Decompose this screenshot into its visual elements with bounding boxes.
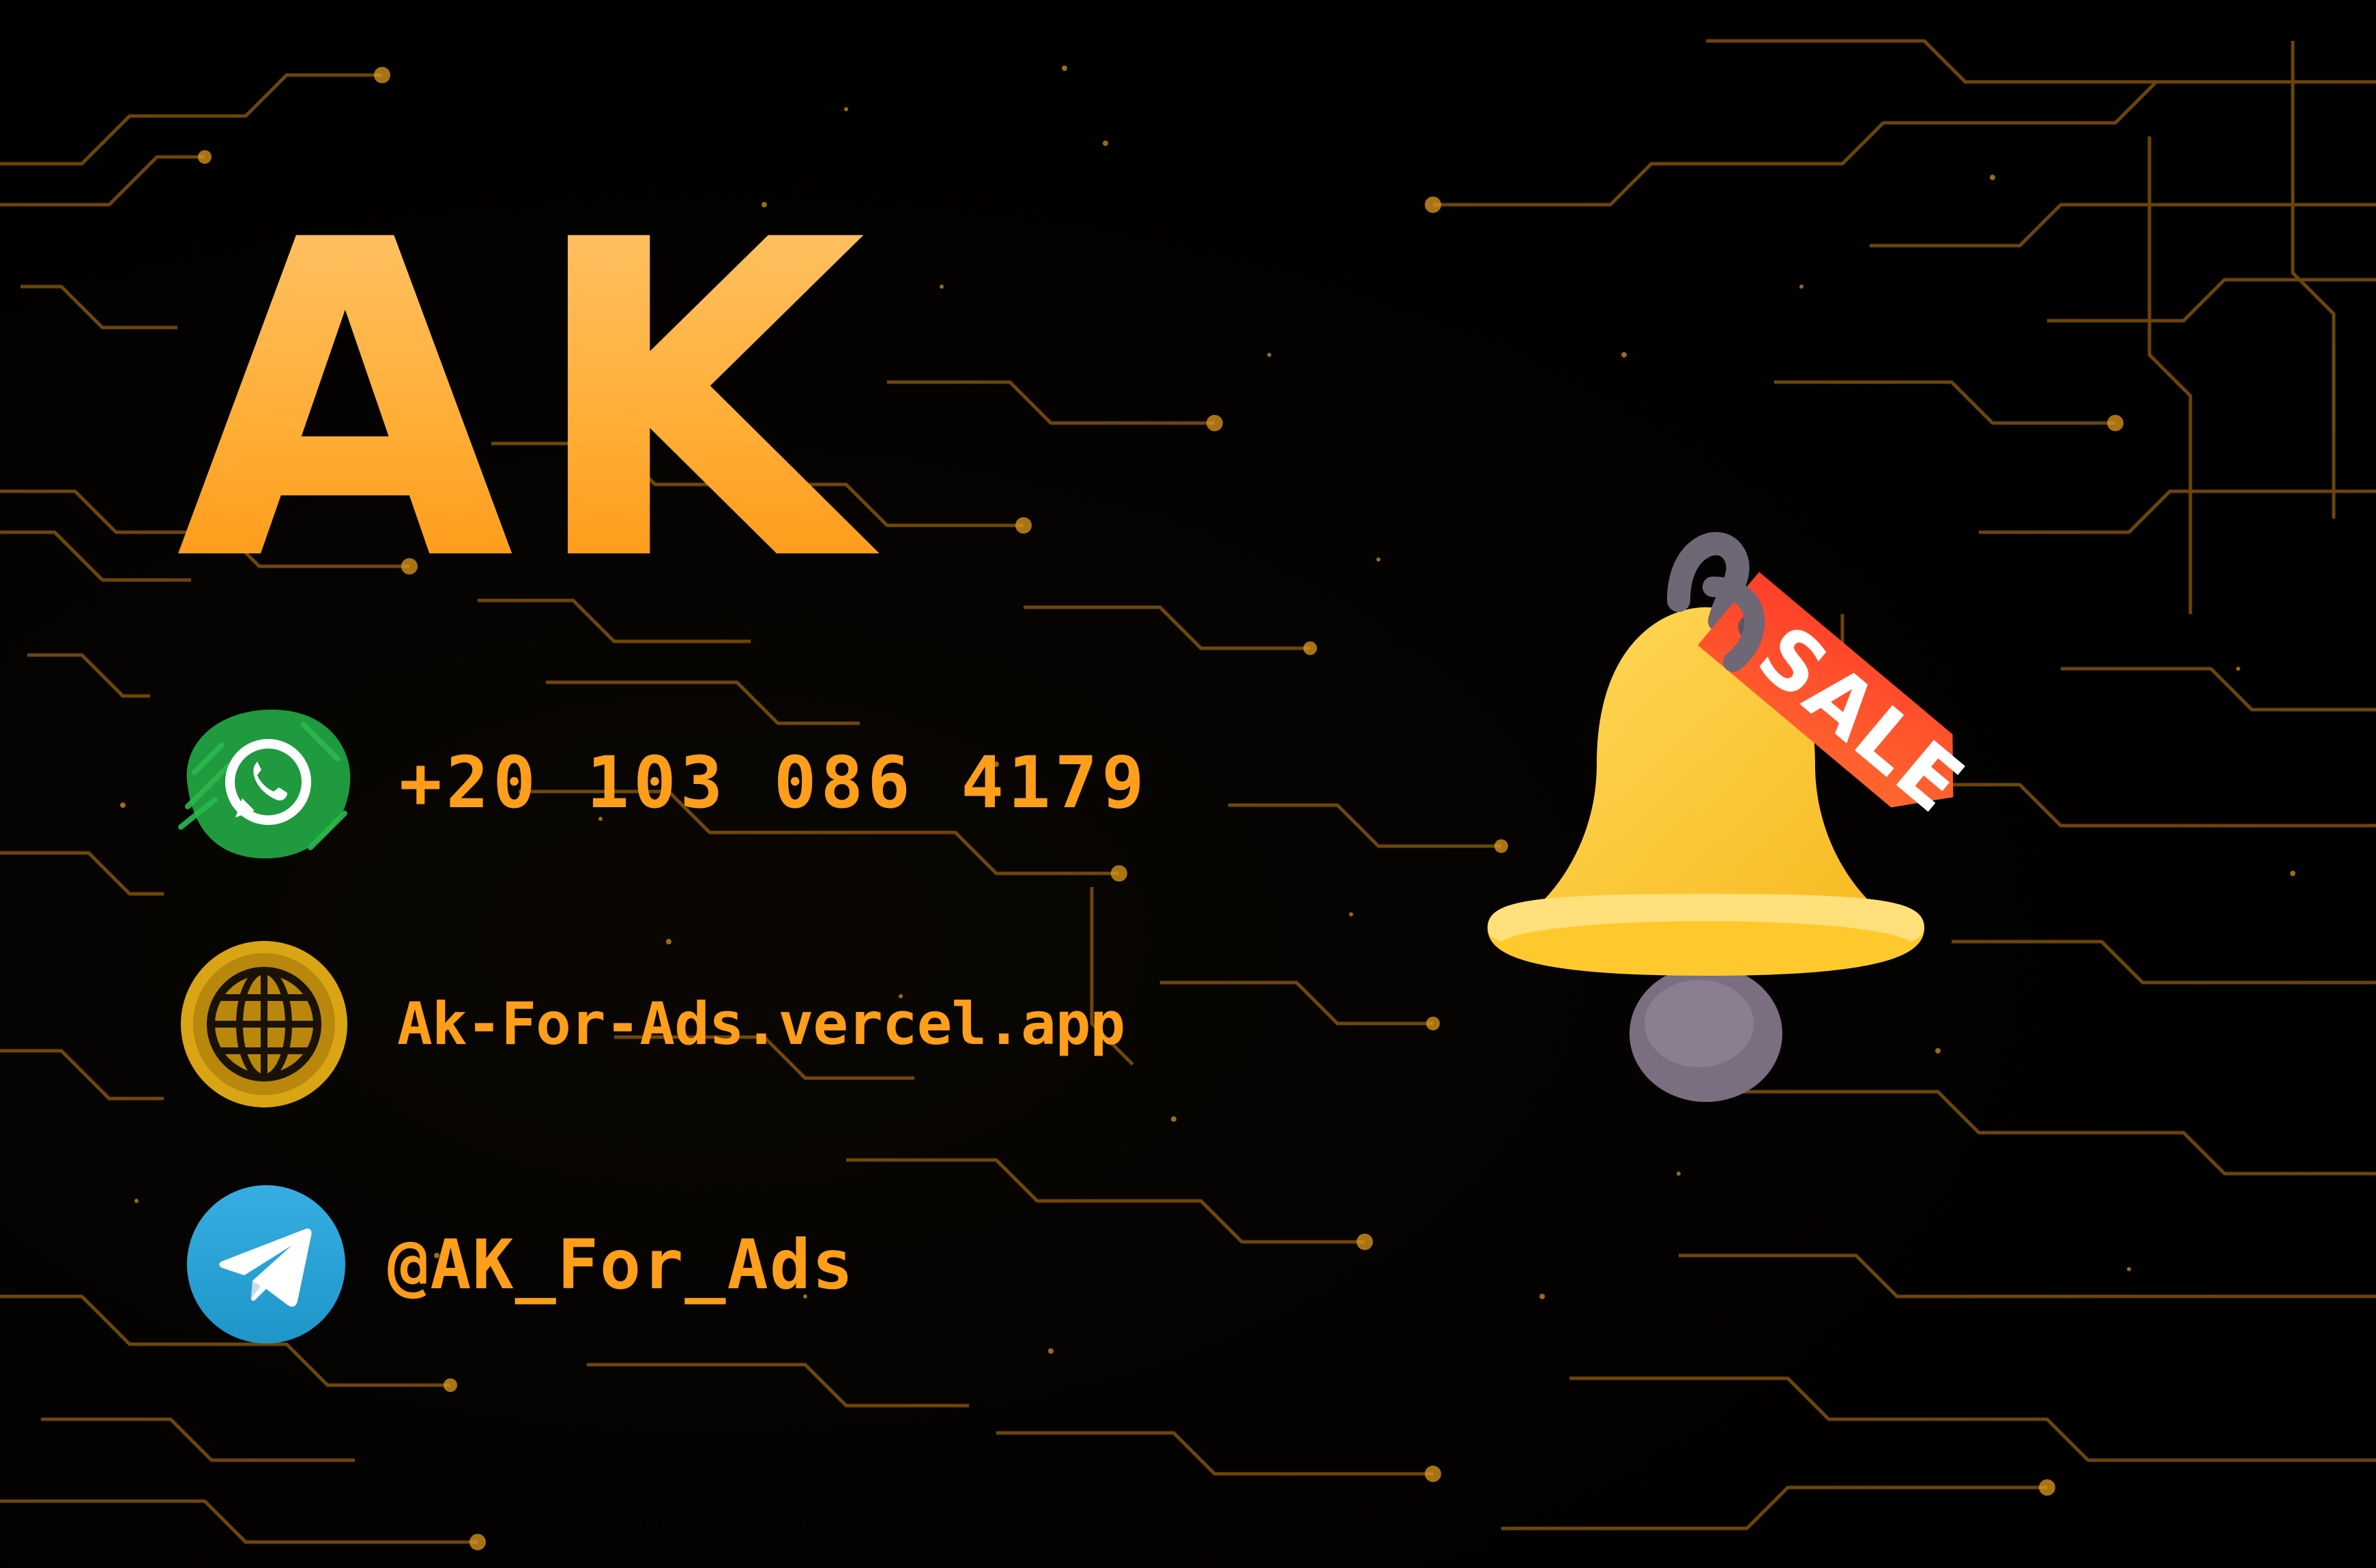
telegram-contact[interactable]: @AK_For_Ads	[186, 1184, 854, 1345]
brand-logo: AK	[176, 148, 880, 656]
phone-number[interactable]: +20 103 086 4179	[399, 741, 1148, 824]
website-contact[interactable]: Ak-For-Ads.vercel.app	[179, 939, 1125, 1109]
whatsapp-icon[interactable]	[174, 697, 358, 868]
sale-bell-icon: SALE	[1488, 532, 1983, 1102]
telegram-icon[interactable]	[186, 1184, 347, 1345]
globe-icon[interactable]	[179, 939, 349, 1109]
whatsapp-contact[interactable]: +20 103 086 4179	[174, 697, 1148, 868]
promo-card: AK +20 103 086 4179 Ak-For-Ads.vercel.ap…	[0, 0, 2376, 1568]
website-url[interactable]: Ak-For-Ads.vercel.app	[397, 990, 1125, 1058]
telegram-handle[interactable]: @AK_For_Ads	[388, 1225, 854, 1305]
